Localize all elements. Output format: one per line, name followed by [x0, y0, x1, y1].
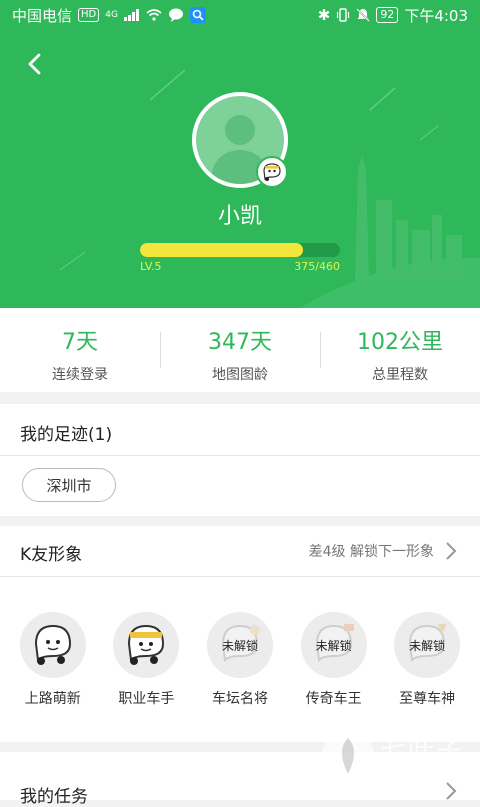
- level-label: LV.5: [140, 260, 162, 273]
- chat-icon: [168, 8, 183, 22]
- hd-badge: HD: [78, 8, 100, 22]
- divider: [0, 455, 480, 456]
- stats-panel: 7天 连续登录 347天 地图图龄 102公里 总里程数: [0, 308, 480, 392]
- level-progress-bar: [140, 243, 340, 257]
- kfriend-image-pro-driver[interactable]: 职业车手: [106, 612, 186, 708]
- watermark-logo: 七叶子 7YZ.COM: [320, 718, 470, 794]
- stat-label: 地图图龄: [212, 367, 268, 383]
- level-progress-fill: [140, 243, 303, 257]
- locked-kfriend-avatar-icon: 未解锁: [206, 612, 273, 678]
- kfriend-image-label: 上路萌新: [24, 691, 81, 707]
- kfriend-section: K友形象 差4级 解锁下一形象 上路萌新 职业车手 未解锁 车坛名将 未解锁 传…: [0, 526, 480, 742]
- kfriend-image-veteran[interactable]: 未解锁 车坛名将: [200, 612, 280, 708]
- wifi-icon: [146, 9, 162, 21]
- clock: 下午4:03: [404, 6, 468, 25]
- tasks-title: 我的任务: [20, 787, 88, 807]
- unlock-hint[interactable]: 差4级 解锁下一形象: [309, 541, 434, 561]
- locked-kfriend-avatar-icon: 未解锁: [300, 612, 367, 678]
- stat-map-age: 347天 地图图龄: [160, 308, 320, 392]
- kfriend-badge-icon: [256, 156, 288, 188]
- kfriend-image-list: 上路萌新 职业车手 未解锁 车坛名将 未解锁 传奇车王 未解锁 至尊车神: [0, 612, 480, 708]
- kfriend-image-label: 传奇车王: [305, 691, 362, 707]
- kfriend-image-label: 至尊车神: [399, 691, 456, 707]
- kfriend-image-supreme[interactable]: 未解锁 至尊车神: [387, 612, 467, 708]
- carrier-label: 中国电信: [12, 6, 73, 25]
- network-label: 4G: [105, 10, 118, 20]
- city-chip[interactable]: 深圳市: [22, 468, 116, 502]
- kfriend-avatar-icon: [113, 612, 180, 678]
- divider: [0, 576, 480, 577]
- watermark-domain: 7YZ.COM: [384, 766, 435, 779]
- stat-value: 7天: [62, 330, 98, 355]
- stat-total-mileage: 102公里 总里程数: [320, 308, 480, 392]
- kfriend-image-newbie[interactable]: 上路萌新: [13, 612, 93, 708]
- vibrate-icon: [337, 8, 350, 22]
- exp-label: 375/460: [294, 260, 340, 273]
- search-app-icon: [189, 7, 206, 23]
- kfriend-title: K友形象: [20, 545, 83, 565]
- username: 小凯: [217, 204, 262, 229]
- stat-value: 347天: [208, 330, 272, 355]
- mute-icon: [356, 8, 371, 22]
- profile-header: 小凯 LV.5 375/460: [0, 30, 480, 308]
- stat-label: 总里程数: [372, 367, 428, 383]
- stat-label: 连续登录: [52, 367, 108, 383]
- kfriend-image-label: 职业车手: [118, 691, 175, 707]
- kfriend-avatar-icon: [19, 612, 86, 678]
- locked-kfriend-avatar-icon: 未解锁: [394, 612, 461, 678]
- battery-level: 92: [376, 7, 399, 23]
- signal-icon: [123, 9, 139, 21]
- stat-value: 102公里: [357, 330, 443, 355]
- kfriend-image-label: 车坛名将: [211, 691, 268, 707]
- chevron-right-icon[interactable]: [444, 540, 458, 562]
- bluetooth-icon: ✱: [317, 6, 331, 24]
- locked-text: 未解锁: [409, 638, 446, 653]
- footprint-title: 我的足迹(1): [20, 425, 113, 445]
- back-chevron-icon[interactable]: [22, 50, 50, 78]
- stat-login-days: 7天 连续登录: [0, 308, 160, 392]
- status-bar: 中国电信 HD 4G ✱ 92 下午4:03: [0, 0, 480, 30]
- watermark-name: 七叶子: [380, 736, 465, 766]
- locked-text: 未解锁: [315, 638, 352, 653]
- locked-text: 未解锁: [221, 638, 258, 653]
- footprint-section: 我的足迹(1) 深圳市: [0, 404, 480, 516]
- leaf-logo-icon: [322, 730, 374, 782]
- kfriend-image-legend[interactable]: 未解锁 传奇车王: [294, 612, 374, 708]
